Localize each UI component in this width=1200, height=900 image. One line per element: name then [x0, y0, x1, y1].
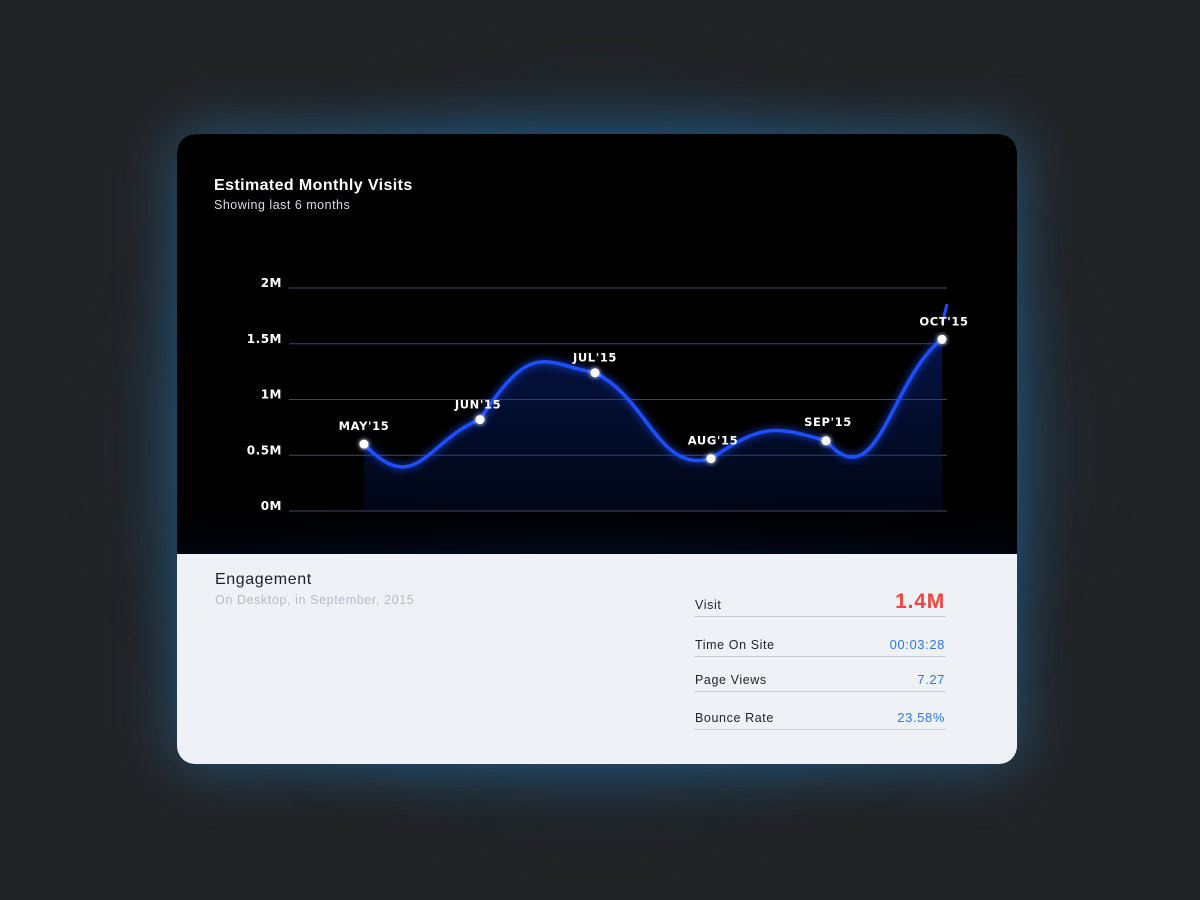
data-point	[590, 368, 600, 378]
engagement-title: Engagement	[215, 571, 312, 588]
stat-row-visit: Visit 1.4M	[694, 580, 946, 617]
data-point-label: AUG'15	[688, 434, 738, 448]
stat-row-page-views: Page Views 7.27	[694, 657, 946, 692]
data-point	[937, 334, 947, 344]
stat-value-bounce-rate: 23.58%	[897, 710, 945, 725]
stat-label: Visit	[695, 598, 722, 612]
data-point-label: OCT'15	[919, 314, 968, 328]
stat-value-page-views: 7.27	[917, 672, 945, 687]
analytics-card: 2M 1.5M 1M 0.5M 0M MAY'15 JUN'15 JUL'15 AUG'15 S…	[177, 134, 1017, 764]
visits-line-chart: 2M 1.5M 1M 0.5M 0M MAY'15 JUN'15 JUL'15 AUG'15 S…	[177, 276, 1017, 554]
y-tick-label: 1.5M	[247, 332, 282, 346]
stat-label: Time On Site	[695, 638, 775, 652]
stat-label: Bounce Rate	[695, 711, 774, 725]
engagement-section: Engagement On Desktop, in September, 201…	[177, 554, 1017, 764]
data-point-label: SEP'15	[804, 415, 852, 429]
stat-row-time-on-site: Time On Site 00:03:28	[694, 617, 946, 657]
y-tick-label: 0.5M	[247, 443, 282, 457]
stat-label: Page Views	[695, 673, 767, 687]
stat-value-time-on-site: 00:03:28	[889, 637, 945, 652]
area-fill	[364, 339, 942, 511]
data-point	[706, 454, 716, 464]
y-tick-label: 2M	[261, 276, 282, 290]
data-point-label: JUN'15	[454, 398, 501, 412]
data-point	[359, 439, 369, 449]
chart-subtitle: Showing last 6 months	[214, 198, 351, 212]
y-tick-label: 1M	[261, 388, 282, 402]
data-point-label: MAY'15	[339, 419, 390, 433]
stat-row-bounce-rate: Bounce Rate 23.58%	[694, 692, 946, 730]
stat-value-visit: 1.4M	[895, 590, 945, 613]
chart-title: Estimated Monthly Visits	[214, 177, 413, 194]
engagement-subtitle: On Desktop, in September, 2015	[215, 593, 415, 607]
data-point	[821, 436, 831, 446]
stats-table: Visit 1.4M Time On Site 00:03:28 Page Vi…	[694, 580, 946, 730]
data-point-label: JUL'15	[572, 351, 617, 365]
chart-panel: 2M 1.5M 1M 0.5M 0M MAY'15 JUN'15 JUL'15 AUG'15 S…	[177, 134, 1017, 554]
y-tick-label: 0M	[261, 499, 282, 513]
data-point	[475, 415, 485, 425]
